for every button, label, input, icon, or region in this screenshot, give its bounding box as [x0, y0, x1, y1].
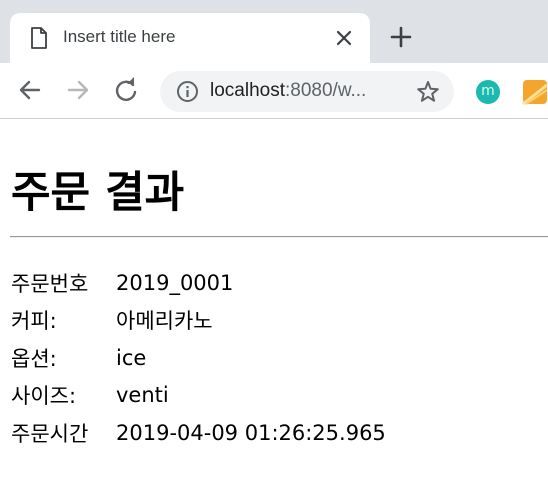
arrow-right-icon[interactable]	[63, 75, 93, 105]
row-value: 2019-04-09 01:26:25.965	[116, 420, 386, 445]
row-label: 사이즈:	[11, 384, 77, 409]
table-row: 커피: 아메리카노	[11, 302, 386, 340]
url-host: localhost	[210, 80, 285, 101]
row-value: 아메리카노	[116, 309, 213, 334]
row-value: 2019_0001	[116, 270, 234, 295]
table-row: 사이즈: venti	[11, 377, 386, 415]
reload-icon[interactable]	[111, 75, 141, 105]
url-rest: :8080/w...	[285, 80, 367, 101]
table-row: 주문번호 2019_0001	[11, 264, 386, 302]
star-icon[interactable]	[415, 79, 441, 105]
url-text[interactable]: localhost:8080/w...	[210, 80, 366, 102]
document-icon	[30, 27, 48, 49]
address-bar[interactable]: localhost:8080/w...	[160, 71, 454, 112]
table-row: 옵션: ice	[11, 339, 386, 377]
tab-title: Insert title here	[63, 27, 176, 46]
divider	[10, 236, 548, 238]
orange-extension-icon[interactable]	[522, 79, 548, 105]
row-label: 주문번호	[11, 271, 89, 296]
browser-toolbar: localhost:8080/w... m	[0, 63, 548, 119]
page-content: 주문 결과 주문번호 2019_0001 커피: 아메리카노 옵션: ice 사…	[0, 119, 548, 503]
info-icon[interactable]	[176, 80, 199, 103]
order-result-table: 주문번호 2019_0001 커피: 아메리카노 옵션: ice 사이즈: ve…	[11, 264, 386, 452]
row-value: ice	[116, 345, 147, 370]
arrow-left-icon[interactable]	[15, 75, 45, 105]
m-extension-icon[interactable]: m	[476, 80, 500, 104]
close-icon[interactable]	[332, 26, 356, 50]
row-label: 커피:	[11, 309, 57, 334]
row-value: venti	[116, 383, 169, 408]
plus-icon[interactable]	[388, 24, 414, 50]
page-title: 주문 결과	[11, 168, 185, 218]
row-label: 옵션:	[11, 346, 57, 371]
table-row: 주문시간 2019-04-09 01:26:25.965	[11, 414, 386, 452]
tab-strip: Insert title here	[0, 0, 548, 63]
browser-tab[interactable]: Insert title here	[10, 13, 370, 63]
row-label: 주문시간	[11, 421, 89, 446]
